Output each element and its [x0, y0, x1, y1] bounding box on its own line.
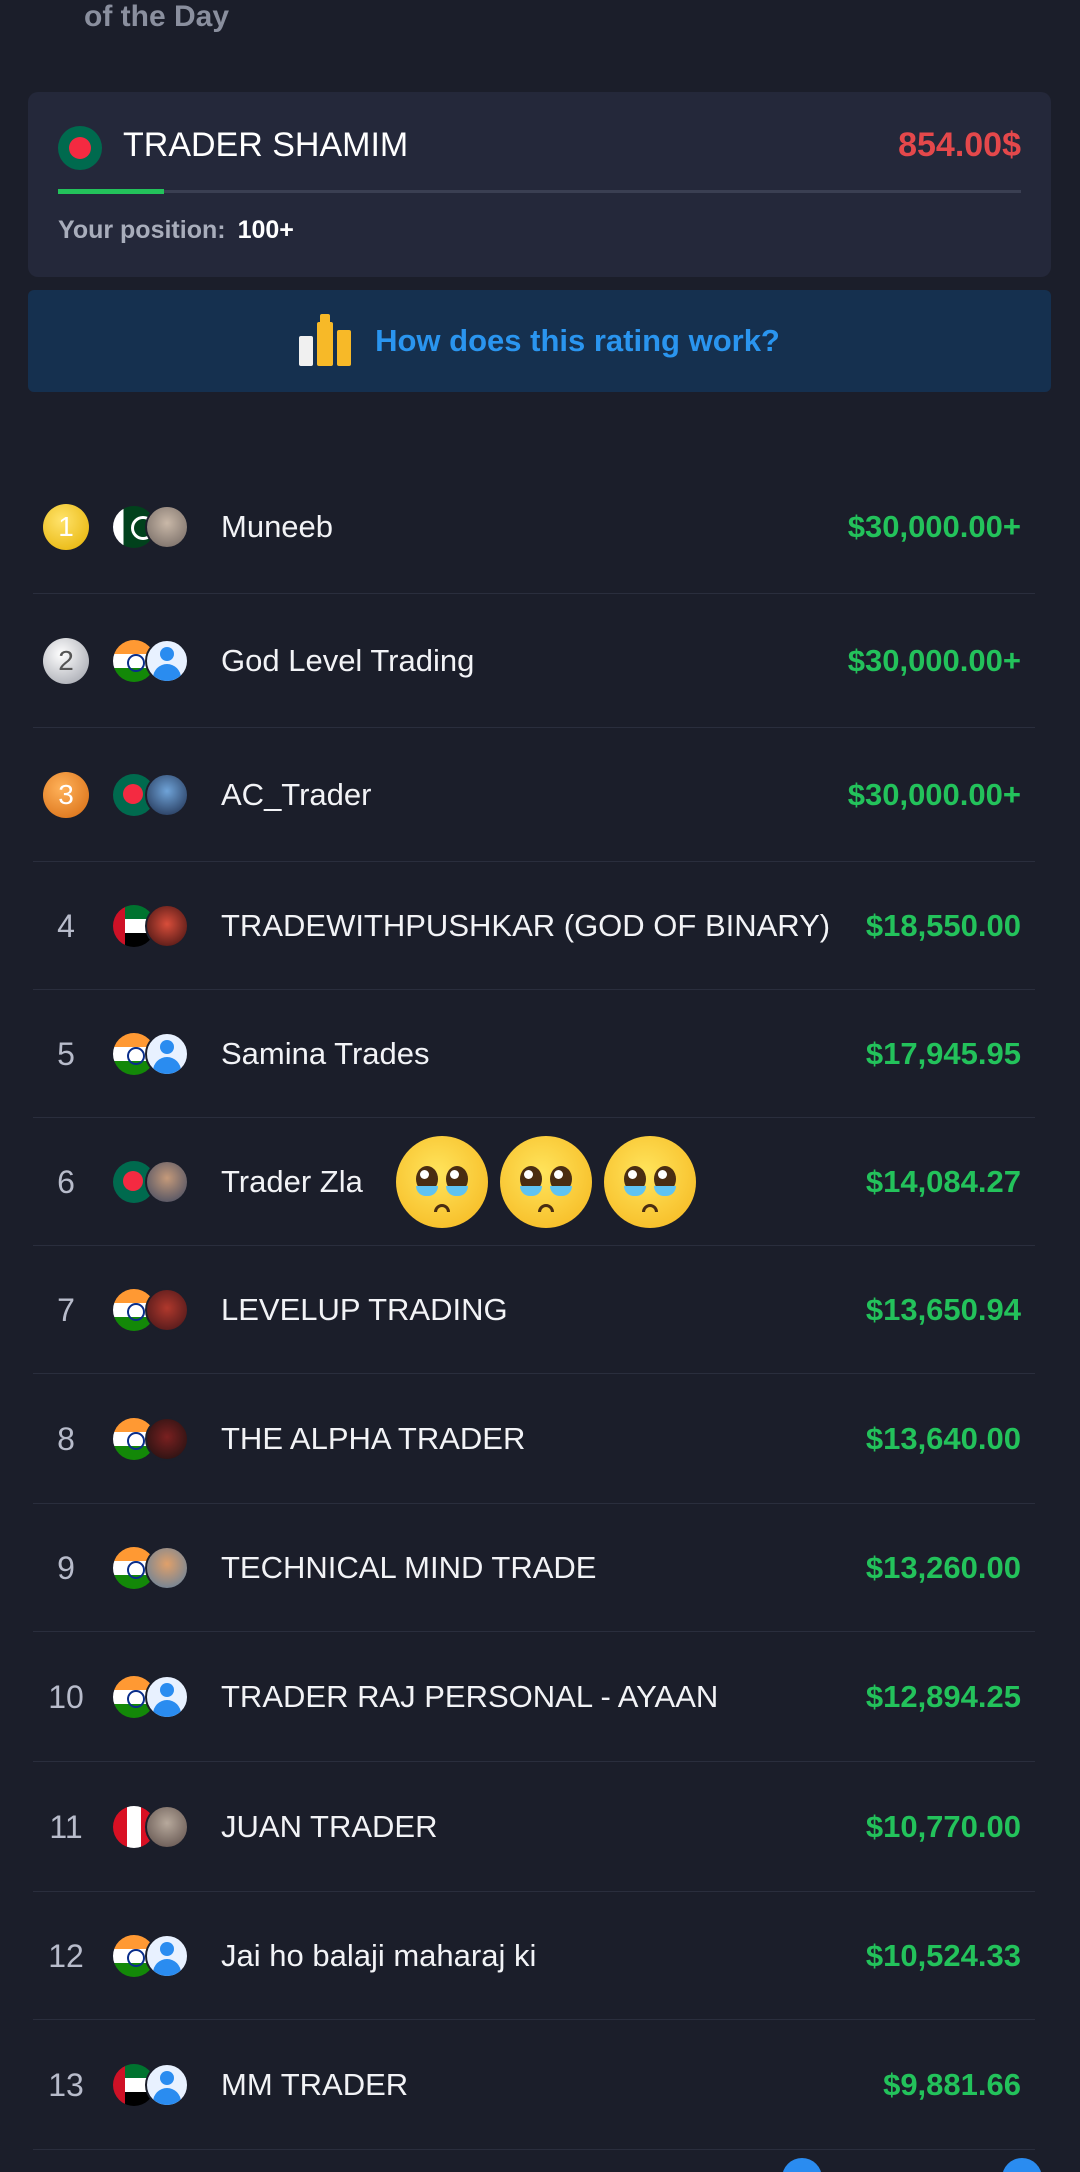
trader-amount: $13,260.00: [865, 1550, 1021, 1585]
rank-number: 7: [57, 1292, 75, 1328]
trader-amount: $10,524.33: [865, 1938, 1021, 1973]
bottom-nav-partial: [0, 2158, 1080, 2172]
avatar[interactable]: [145, 1288, 189, 1332]
trader-name: God Level Trading: [221, 643, 475, 678]
leaderboard-list: 1 Muneeb $30,000.00+ 2 God Level Trading $30,…: [33, 460, 1035, 2150]
avatar[interactable]: [145, 904, 189, 948]
trader-name: THE ALPHA TRADER: [221, 1421, 526, 1456]
emoji-overlay: [396, 1136, 696, 1228]
avatar[interactable]: [145, 1160, 189, 1204]
trader-name: TRADEWITHPUSHKAR (GOD OF BINARY): [221, 908, 831, 943]
leaderboard-row[interactable]: 13 MM TRADER $9,881.66: [33, 2020, 1035, 2150]
trader-amount: $12,894.25: [865, 1679, 1021, 1714]
trader-name: Trader Zla: [221, 1164, 363, 1199]
my-progress-fill: [58, 189, 164, 194]
bangladesh-flag-icon: [58, 126, 102, 170]
trader-name: MM TRADER: [221, 2067, 409, 2102]
leaderboard-row[interactable]: 7 LEVELUP TRADING $13,650.94: [33, 1246, 1035, 1374]
leaderboard-row[interactable]: 9 TECHNICAL MIND TRADE $13,260.00: [33, 1504, 1035, 1632]
bronze-medal-icon: 3: [43, 772, 89, 818]
my-position-label: Your position:: [58, 216, 226, 244]
leaderboard-row[interactable]: 4 TRADEWITHPUSHKAR (GOD OF BINARY) $18,550…: [33, 862, 1035, 990]
trader-amount: $18,550.00: [865, 908, 1021, 943]
rank-number: 13: [48, 2067, 84, 2103]
trader-name: TRADER RAJ PERSONAL - AYAAN: [221, 1679, 719, 1714]
bar-chart-icon: [299, 314, 353, 366]
trader-amount: $13,650.94: [865, 1292, 1021, 1327]
leaderboard-row[interactable]: 2 God Level Trading $30,000.00+: [33, 594, 1035, 728]
trader-name: Muneeb: [221, 509, 334, 544]
pleading-face-emoji: [396, 1136, 488, 1228]
rank-number: 8: [57, 1421, 75, 1457]
trader-amount: $30,000.00+: [847, 643, 1021, 678]
leaderboard-row[interactable]: 12 Jai ho balaji maharaj ki $10,524.33: [33, 1892, 1035, 2020]
leaderboard-row[interactable]: 8 THE ALPHA TRADER $13,640.00: [33, 1374, 1035, 1504]
leaderboard-row[interactable]: 5 Samina Trades $17,945.95: [33, 990, 1035, 1118]
trader-name: AC_Trader: [221, 777, 372, 812]
default-avatar-icon[interactable]: [145, 1675, 189, 1719]
trader-amount: $30,000.00+: [847, 777, 1021, 812]
avatar[interactable]: [145, 505, 189, 549]
nav-dot[interactable]: [782, 2158, 822, 2172]
page-title: of the Day: [84, 0, 230, 33]
rank-number: 11: [49, 1809, 83, 1845]
leaderboard-page: of the Day TRADER SHAMIM 854.00$ Your po…: [0, 0, 1080, 2172]
default-avatar-icon[interactable]: [145, 1032, 189, 1076]
rating-info-link[interactable]: How does this rating work?: [375, 323, 780, 359]
my-position: Your position: 100+: [58, 216, 294, 245]
trader-name: Samina Trades: [221, 1036, 430, 1071]
trader-amount: $9,881.66: [883, 2067, 1021, 2102]
silver-medal-icon: 2: [43, 638, 89, 684]
my-rank-card: TRADER SHAMIM 854.00$ Your position: 100+: [28, 92, 1051, 277]
trader-name: TECHNICAL MIND TRADE: [221, 1550, 597, 1585]
trader-amount: $10,770.00: [865, 1809, 1021, 1844]
my-amount: 854.00$: [898, 126, 1021, 164]
avatar[interactable]: [145, 1805, 189, 1849]
rank-number: 4: [57, 908, 75, 944]
rank-number: 6: [57, 1164, 75, 1200]
trader-name: LEVELUP TRADING: [221, 1292, 508, 1327]
my-name: TRADER SHAMIM: [123, 126, 409, 164]
trader-amount: $30,000.00+: [847, 509, 1021, 544]
gold-medal-icon: 1: [43, 504, 89, 550]
pleading-face-emoji: [500, 1136, 592, 1228]
trader-amount: $14,084.27: [865, 1164, 1021, 1199]
trader-amount: $17,945.95: [865, 1036, 1021, 1071]
leaderboard-row[interactable]: 10 TRADER RAJ PERSONAL - AYAAN $12,894.25: [33, 1632, 1035, 1762]
rank-number: 9: [57, 1550, 75, 1586]
default-avatar-icon[interactable]: [145, 639, 189, 683]
leaderboard-row[interactable]: 3 AC_Trader $30,000.00+: [33, 728, 1035, 862]
trader-amount: $13,640.00: [865, 1421, 1021, 1456]
pleading-face-emoji: [604, 1136, 696, 1228]
trader-name: JUAN TRADER: [221, 1809, 438, 1844]
rank-number: 10: [48, 1679, 84, 1715]
avatar[interactable]: [145, 773, 189, 817]
my-progress-bar: [58, 189, 1021, 194]
rank-number: 12: [48, 1938, 84, 1974]
nav-dot[interactable]: [1002, 2158, 1042, 2172]
my-position-value: 100+: [237, 216, 294, 244]
rank-number: 5: [57, 1036, 75, 1072]
default-avatar-icon[interactable]: [145, 2063, 189, 2107]
rating-info-banner[interactable]: How does this rating work?: [28, 290, 1051, 392]
leaderboard-row[interactable]: 1 Muneeb $30,000.00+: [33, 460, 1035, 594]
default-avatar-icon[interactable]: [145, 1934, 189, 1978]
avatar[interactable]: [145, 1546, 189, 1590]
trader-name: Jai ho balaji maharaj ki: [221, 1938, 537, 1973]
leaderboard-row[interactable]: 11 JUAN TRADER $10,770.00: [33, 1762, 1035, 1892]
avatar[interactable]: [145, 1417, 189, 1461]
